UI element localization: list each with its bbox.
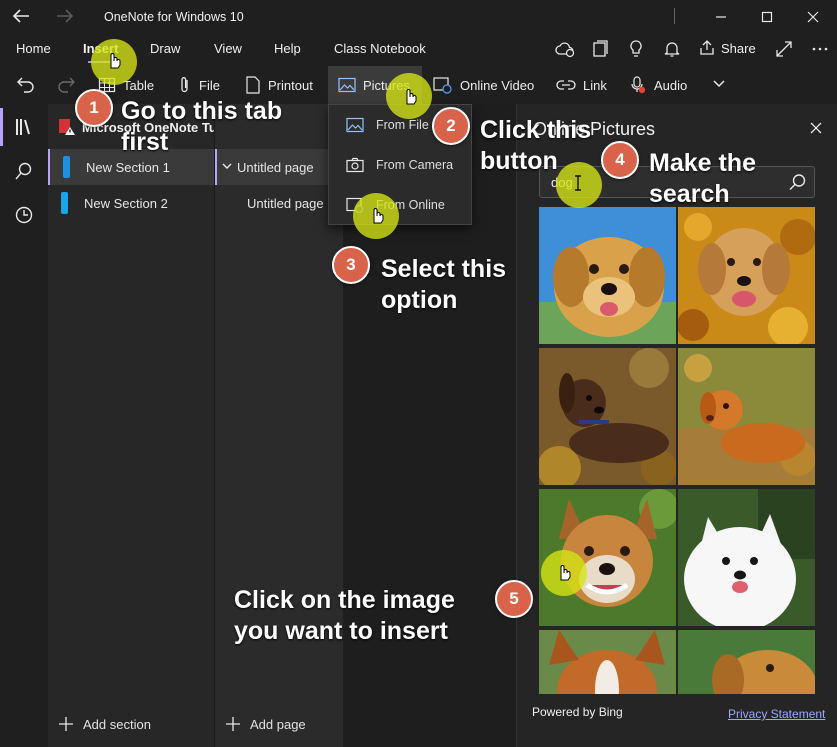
privacy-statement-link[interactable]: Privacy Statement	[728, 707, 825, 721]
link-button[interactable]: Link	[556, 74, 607, 96]
back-arrow-icon[interactable]	[12, 8, 30, 24]
online-video-button[interactable]: Online Video	[433, 74, 534, 96]
dog-image-result[interactable]	[678, 630, 815, 694]
callout-step-3-text: Select this option	[381, 255, 507, 314]
callout-step-3: 3	[332, 246, 370, 284]
callout-step-5: 5	[495, 580, 533, 618]
tab-view[interactable]: View	[214, 41, 242, 56]
printout-label: Printout	[268, 77, 313, 93]
callout-step-4-text: Make the search	[649, 149, 756, 208]
lightbulb-icon[interactable]	[626, 40, 646, 58]
menu-item-from-online[interactable]: From Online	[330, 186, 470, 224]
image-results-grid	[539, 207, 815, 694]
add-page-button[interactable]: Add page	[225, 716, 306, 732]
bell-icon[interactable]	[662, 40, 682, 58]
callout-step-1-text: Go to this tab first	[121, 97, 283, 156]
powered-by-label: Powered by Bing	[532, 705, 623, 719]
hand-cursor-icon	[556, 562, 572, 582]
share-label: Share	[721, 40, 756, 56]
printout-button[interactable]: Printout	[245, 74, 313, 96]
dog-image-result[interactable]	[539, 207, 676, 344]
dog-image-result[interactable]	[539, 348, 676, 485]
audio-button[interactable]: Audio	[629, 74, 687, 96]
page-label: Untitled page	[237, 159, 314, 175]
window-title: OneNote for Windows 10	[104, 10, 244, 24]
dog-image-result[interactable]	[678, 489, 815, 626]
add-section-button[interactable]: Add section	[58, 716, 151, 732]
link-icon	[556, 80, 576, 90]
document-icon	[246, 76, 260, 94]
more-options-icon[interactable]	[810, 40, 830, 58]
paperclip-icon	[181, 77, 188, 93]
recent-clock-icon[interactable]	[0, 195, 48, 235]
callout-step-4: 4	[601, 141, 639, 179]
file-label: File	[199, 77, 220, 93]
online-video-label: Online Video	[460, 77, 535, 93]
audio-label: Audio	[654, 77, 688, 93]
share-icon	[700, 40, 714, 55]
tab-class-notebook[interactable]: Class Notebook	[334, 41, 426, 56]
hand-cursor-icon	[402, 86, 418, 106]
file-button[interactable]: File	[178, 74, 220, 96]
add-section-label: Add section	[83, 716, 151, 732]
menu-item-label: From Camera	[376, 158, 454, 172]
add-page-label: Add page	[250, 716, 306, 732]
image-icon	[346, 117, 364, 133]
notebook-warning-icon	[58, 118, 76, 136]
video-globe-icon	[433, 77, 452, 94]
section-item[interactable]: New Section 2	[48, 185, 214, 221]
title-separator	[674, 8, 675, 24]
collapse-chevron-icon	[222, 163, 232, 169]
search-icon[interactable]	[789, 173, 807, 191]
menu-item-from-camera[interactable]: From Camera	[330, 146, 470, 184]
section-color-tab	[61, 192, 68, 214]
callout-step-2-text: Click this button	[480, 116, 592, 175]
dog-image-result[interactable]	[539, 630, 676, 694]
page-item[interactable]: Untitled page	[215, 185, 343, 221]
plus-icon	[226, 717, 240, 731]
forward-arrow-icon	[56, 8, 74, 24]
minimize-button[interactable]	[698, 0, 744, 34]
sync-cloud-icon[interactable]	[555, 40, 575, 58]
tab-home[interactable]: Home	[16, 41, 51, 56]
notebooks-icon[interactable]	[0, 107, 48, 147]
hand-cursor-icon	[369, 205, 385, 225]
search-icon[interactable]	[0, 151, 48, 191]
share-button[interactable]: Share	[699, 40, 756, 56]
section-label: New Section 1	[86, 159, 170, 175]
close-window-button[interactable]	[790, 0, 836, 34]
text-cursor-icon	[573, 175, 583, 191]
page-view-icon[interactable]	[590, 40, 610, 58]
callout-step-1: 1	[75, 89, 113, 127]
section-color-tab	[63, 156, 70, 178]
camera-icon	[346, 157, 364, 173]
fullscreen-icon[interactable]	[774, 40, 794, 58]
tab-draw[interactable]: Draw	[150, 41, 180, 56]
tab-help[interactable]: Help	[274, 41, 301, 56]
hand-cursor-icon	[106, 50, 122, 70]
section-label: New Section 2	[84, 195, 168, 211]
callout-step-5-text: Click on the image you want to insert	[234, 586, 455, 645]
dog-image-result[interactable]	[678, 348, 815, 485]
microphone-icon	[631, 76, 646, 94]
chevron-down-icon[interactable]	[712, 79, 726, 89]
undo-icon[interactable]	[16, 74, 36, 94]
dog-image-result[interactable]	[678, 207, 815, 344]
menu-item-label: From File	[376, 118, 429, 132]
callout-step-2: 2	[432, 107, 470, 145]
redo-icon	[56, 74, 76, 94]
page-label: Untitled page	[247, 195, 324, 211]
plus-icon	[59, 717, 73, 731]
close-icon[interactable]	[810, 122, 822, 134]
link-label: Link	[583, 77, 607, 93]
maximize-button[interactable]	[744, 0, 790, 34]
picture-icon	[338, 77, 356, 93]
